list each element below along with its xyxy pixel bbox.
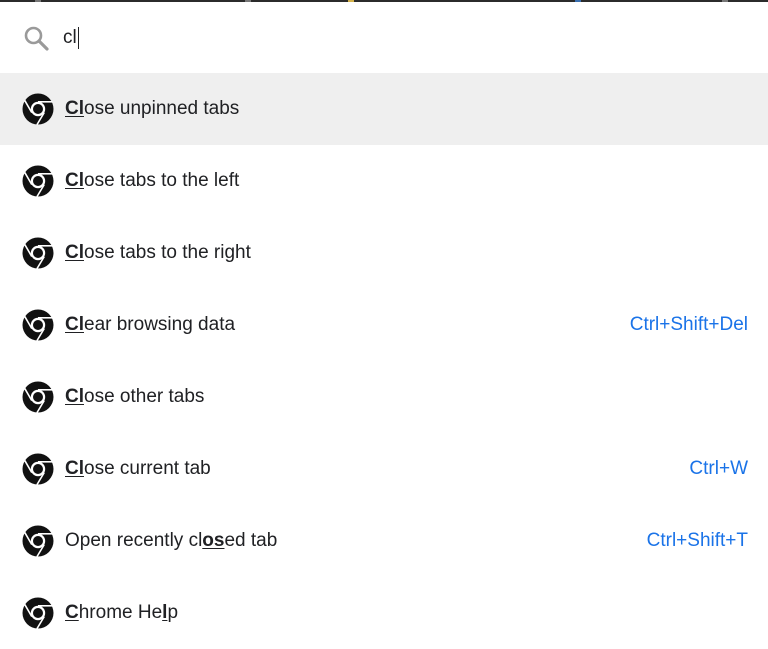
result-label: Close current tab — [65, 458, 211, 479]
chrome-icon — [22, 597, 54, 629]
search-input-value: cl — [63, 27, 77, 48]
match-highlight: os — [202, 530, 225, 551]
result-label: Close tabs to the right — [65, 242, 251, 263]
result-label: Close tabs to the left — [65, 170, 240, 191]
chrome-icon — [22, 309, 54, 341]
match-highlight: Cl — [65, 98, 84, 119]
search-input[interactable]: cl — [63, 24, 723, 52]
chrome-icon — [22, 237, 54, 269]
result-label: Clear browsing data — [65, 314, 236, 335]
match-highlight: Cl — [65, 386, 84, 407]
result-label: Chrome Help — [65, 602, 179, 623]
result-item[interactable]: Close tabs to the left — [0, 145, 768, 217]
result-shortcut: Ctrl+Shift+T — [646, 530, 748, 551]
results-list: Close unpinned tabs Close tabs to the le… — [0, 73, 768, 649]
result-label: Open recently closed tab — [65, 530, 278, 551]
match-highlight: Cl — [65, 458, 84, 479]
result-item[interactable]: Close tabs to the right — [0, 217, 768, 289]
result-label: Close unpinned tabs — [65, 98, 240, 119]
match-highlight: Cl — [65, 170, 84, 191]
result-shortcut: Ctrl+W — [689, 458, 748, 479]
result-item[interactable]: Close other tabs — [0, 361, 768, 433]
chrome-icon — [22, 453, 54, 485]
match-highlight: C — [65, 602, 79, 623]
result-item[interactable]: Close current tab Ctrl+W — [0, 433, 768, 505]
result-item[interactable]: Clear browsing data Ctrl+Shift+Del — [0, 289, 768, 361]
chrome-icon — [22, 93, 54, 125]
chrome-icon — [22, 165, 54, 197]
text-caret — [77, 27, 79, 49]
match-highlight: l — [162, 602, 168, 623]
match-highlight: Cl — [65, 314, 84, 335]
result-item[interactable]: Chrome Help — [0, 577, 768, 649]
result-shortcut: Ctrl+Shift+Del — [629, 314, 748, 335]
search-bar: cl — [0, 2, 768, 73]
match-highlight: Cl — [65, 242, 84, 263]
result-item[interactable]: Open recently closed tab Ctrl+Shift+T — [0, 505, 768, 577]
search-icon — [24, 26, 49, 51]
result-label: Close other tabs — [65, 386, 205, 407]
chrome-icon — [22, 381, 54, 413]
result-item[interactable]: Close unpinned tabs — [0, 73, 768, 145]
chrome-icon — [22, 525, 54, 557]
